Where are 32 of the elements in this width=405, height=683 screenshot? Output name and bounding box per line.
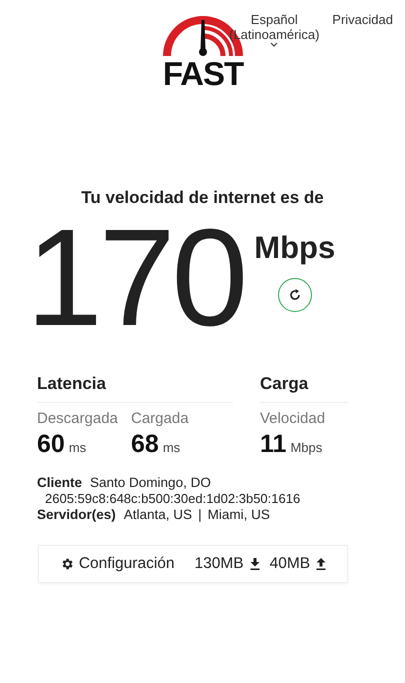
metric-value: 11 xyxy=(260,430,286,458)
metric-unit: ms xyxy=(162,440,180,455)
download-size: 130MB xyxy=(194,555,244,573)
client-ip: 2605:59c8:648c:b500:30ed:1d02:3b50:1616 xyxy=(44,491,302,507)
logo-text[interactable]: FAST xyxy=(162,58,244,90)
metric-value: 68 xyxy=(131,430,159,458)
server-location: Atlanta, US xyxy=(124,507,192,523)
metric-unit: ms xyxy=(68,440,86,455)
upload-icon xyxy=(316,558,326,570)
metric-label: Cargada xyxy=(131,410,189,427)
settings-button[interactable]: Configuración xyxy=(60,555,175,573)
client-label: Cliente xyxy=(37,475,82,491)
metric-unit: Mbps xyxy=(290,440,322,455)
metric-label: Descargada xyxy=(37,410,119,427)
upload-size: 40MB xyxy=(270,555,310,573)
metric-label: Velocidad xyxy=(260,410,326,427)
speed-value: 170 xyxy=(26,208,244,348)
servers-label: Servidor(es) xyxy=(37,507,116,523)
separator: | xyxy=(198,507,202,523)
settings-icon xyxy=(60,557,74,571)
privacy-link[interactable]: Privacidad xyxy=(332,12,393,27)
download-icon xyxy=(250,558,260,570)
upload-title: Carga xyxy=(260,374,348,403)
client-location: Santo Domingo, DO xyxy=(90,475,211,491)
server-location: Miami, US xyxy=(208,507,270,523)
speed-unit: Mbps xyxy=(254,230,336,266)
chevron-down-icon xyxy=(270,42,278,47)
metric-value: 60 xyxy=(37,430,65,458)
refresh-icon xyxy=(288,288,302,302)
reload-button[interactable] xyxy=(278,278,312,312)
latency-title: Latencia xyxy=(37,374,233,403)
speed-heading: Tu velocidad de internet es de xyxy=(80,188,325,208)
